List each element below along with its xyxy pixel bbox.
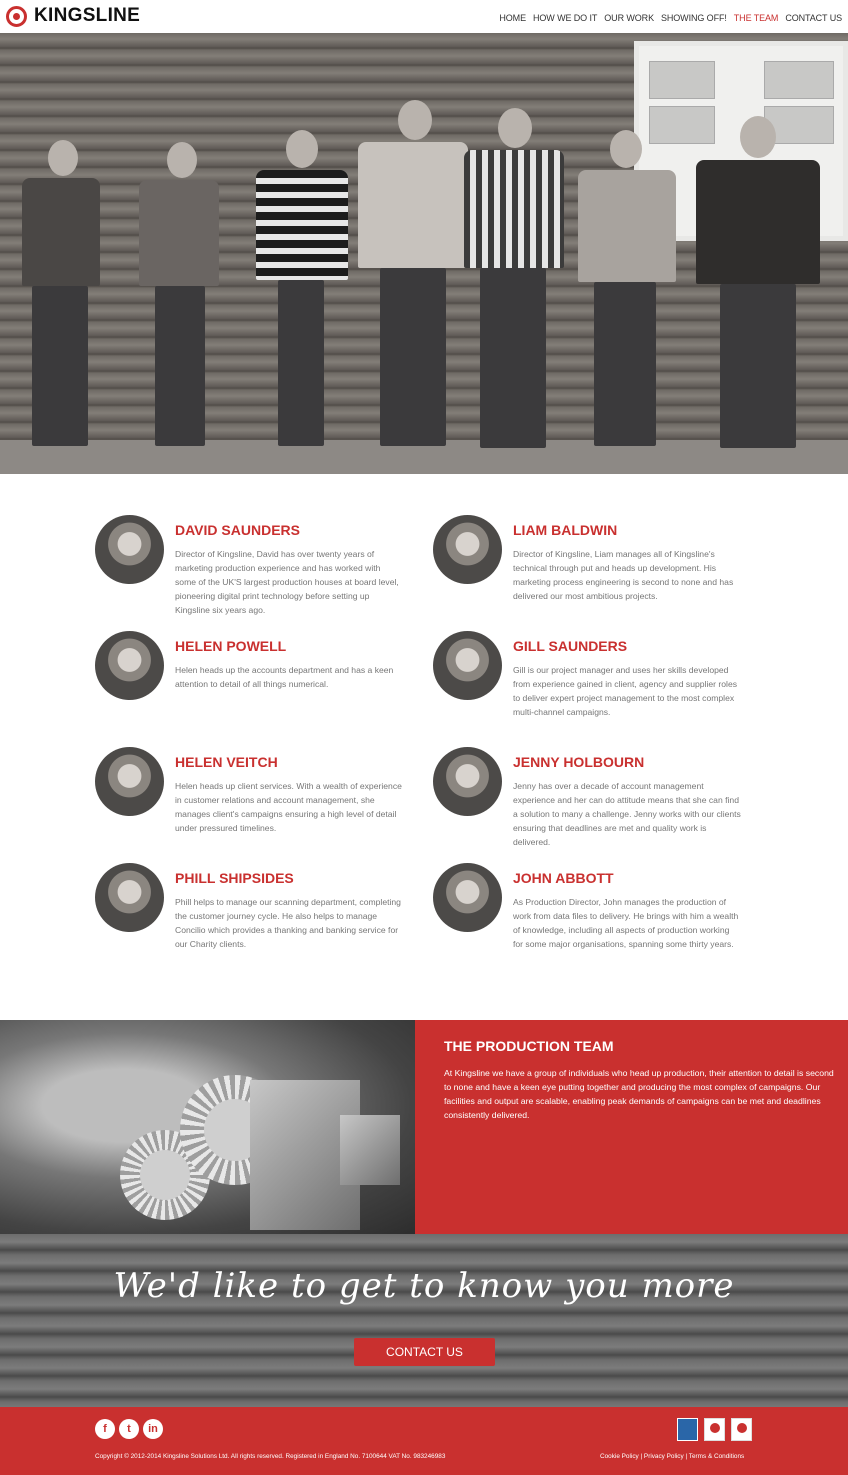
member-name: HELEN VEITCH [175,754,278,770]
member-name: GILL SAUNDERS [513,638,628,654]
member-bio: Gill is our project manager and uses her… [513,665,738,717]
logo-text: KINGSLINE [34,5,141,26]
social-links: f t in [95,1419,163,1439]
production-panel: THE PRODUCTION TEAM At Kingsline we have… [415,1020,848,1234]
cta-section: We'd like to get to know you more CONTAC… [0,1234,848,1407]
team-member-figure [358,100,468,460]
avatar [433,863,502,932]
nav-contact-us[interactable]: CONTACT US [785,13,842,23]
team-member-figure [18,140,102,460]
team-member-figure [696,116,820,460]
logo[interactable]: KINGSLINE [6,5,140,27]
production-text: At Kingsline we have a group of individu… [444,1068,834,1120]
cta-heading: We'd like to get to know you more [113,1266,735,1306]
nav-how-we-do-it[interactable]: HOW WE DO IT [533,13,597,23]
member-name: JENNY HOLBOURN [513,754,645,770]
logo-target-icon [6,5,27,27]
member-name: HELEN POWELL [175,638,287,654]
avatar [95,863,164,932]
avatar [95,631,164,700]
main-nav: HOME HOW WE DO IT OUR WORK SHOWING OFF! … [499,13,842,23]
avatar [433,631,502,700]
member-bio: Helen heads up client services. With a w… [175,781,402,833]
linkedin-icon[interactable]: in [143,1419,163,1439]
avatar [95,515,164,584]
member-bio: Helen heads up the accounts department a… [175,665,394,689]
member-bio: As Production Director, John manages the… [513,897,739,949]
member-bio: Jenny has over a decade of account manag… [513,781,741,847]
team-member-figure [464,108,564,460]
team-member-figure [137,142,221,460]
member-name: DAVID SAUNDERS [175,522,300,538]
team-section: DAVID SAUNDERS Director of Kingsline, Da… [0,474,848,1020]
member-bio: Director of Kingsline, David has over tw… [175,549,399,615]
footer-links[interactable]: Cookie Policy | Privacy Policy | Terms &… [600,1453,744,1460]
avatar [433,515,502,584]
contact-us-button[interactable]: CONTACT US [354,1338,495,1366]
machine-block [340,1115,400,1185]
production-team-section: THE PRODUCTION TEAM At Kingsline we have… [0,1020,848,1234]
award-winner-badge-icon [731,1418,752,1441]
member-bio: Phill helps to manage our scanning depar… [175,897,401,949]
machinery-photo [0,1020,415,1234]
member-bio: Director of Kingsline, Liam manages all … [513,549,734,601]
production-title: THE PRODUCTION TEAM [444,1038,614,1054]
twitter-icon[interactable]: t [119,1419,139,1439]
team-hero-photo [0,33,848,474]
avatar [95,747,164,816]
nav-our-work[interactable]: OUR WORK [604,13,654,23]
team-member-figure [256,130,348,460]
team-member-figure [578,130,676,460]
member-name: PHILL SHIPSIDES [175,870,294,886]
copyright-text: Copyright © 2012-2014 Kingsline Solution… [95,1453,446,1460]
member-name: JOHN ABBOTT [513,870,614,886]
nav-home[interactable]: HOME [499,13,526,23]
nav-showing-off[interactable]: SHOWING OFF! [661,13,727,23]
member-name: LIAM BALDWIN [513,522,618,538]
facebook-icon[interactable]: f [95,1419,115,1439]
award-winner-badge-icon [704,1418,725,1441]
avatar [433,747,502,816]
nav-the-team[interactable]: THE TEAM [734,13,779,23]
site-footer: f t in Copyright © 2012-2014 Kingsline S… [0,1407,848,1475]
dma-badge-icon [677,1418,698,1441]
site-header: KINGSLINE HOME HOW WE DO IT OUR WORK SHO… [0,0,848,33]
award-badges [677,1418,752,1441]
